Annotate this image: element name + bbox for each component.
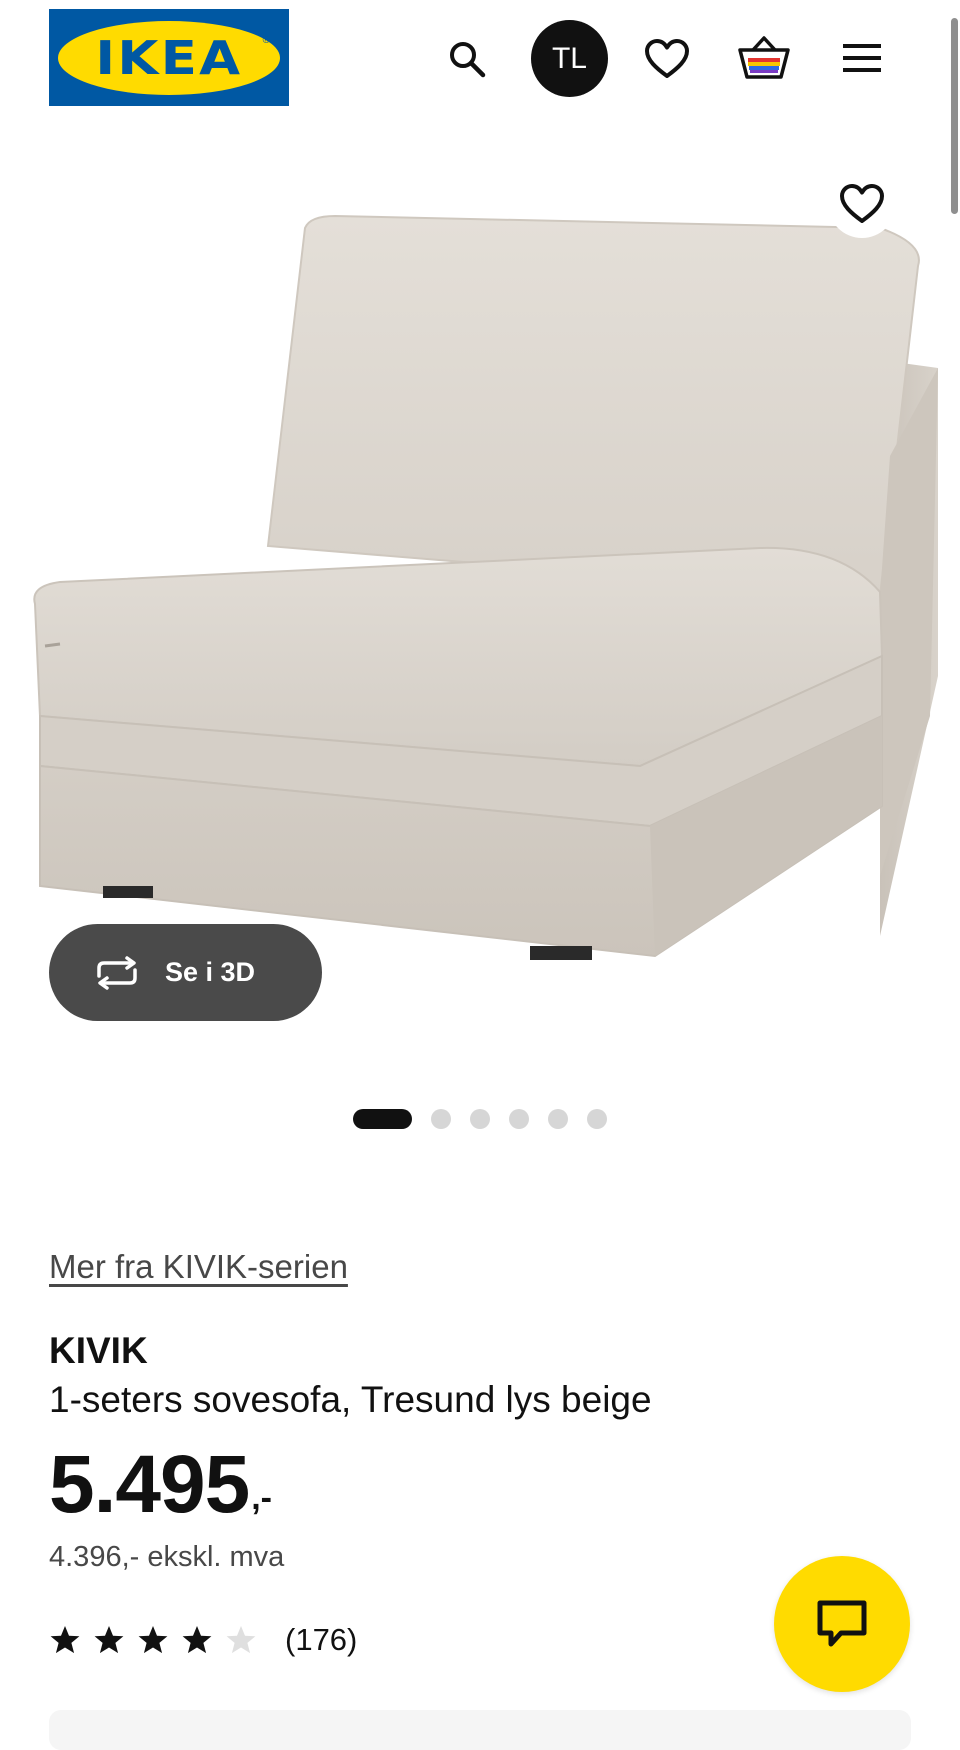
heart-icon[interactable] xyxy=(641,34,693,84)
carousel-dot[interactable] xyxy=(548,1109,568,1129)
basket-icon[interactable] xyxy=(735,32,793,84)
product-price: 5.495 ,- xyxy=(49,1440,272,1530)
star-filled-icon xyxy=(50,1626,80,1654)
carousel-dot[interactable] xyxy=(587,1109,607,1129)
carousel-dot[interactable] xyxy=(509,1109,529,1129)
review-count: (176) xyxy=(285,1622,358,1657)
chat-button[interactable] xyxy=(774,1556,910,1692)
price-suffix: ,- xyxy=(251,1479,272,1517)
bottom-panel xyxy=(49,1710,911,1750)
ikea-logo[interactable]: IKEA ® xyxy=(49,9,289,106)
product-description: 1-seters sovesofa, Tresund lys beige xyxy=(49,1379,652,1420)
star-filled-icon xyxy=(94,1626,124,1654)
carousel-dot[interactable] xyxy=(470,1109,490,1129)
add-to-favourites-button[interactable] xyxy=(828,170,896,238)
rotate-3d-icon xyxy=(97,955,137,990)
view-in-3d-button[interactable]: Se i 3D xyxy=(49,924,322,1021)
series-link[interactable]: Mer fra KIVIK-serien xyxy=(49,1248,348,1286)
heart-icon xyxy=(840,184,884,223)
carousel-dot-active[interactable] xyxy=(353,1109,412,1129)
search-icon[interactable] xyxy=(444,36,490,82)
image-carousel-indicator xyxy=(353,1109,626,1129)
logo-text: IKEA xyxy=(95,30,243,85)
price-excl-vat: 4.396,- ekskl. mva xyxy=(49,1541,285,1573)
carousel-dot[interactable] xyxy=(431,1109,451,1129)
menu-icon[interactable] xyxy=(838,38,886,78)
avatar-initials: TL xyxy=(551,41,587,75)
scrollbar[interactable] xyxy=(951,18,958,214)
top-navigation: IKEA ® TL xyxy=(0,0,960,116)
chat-icon xyxy=(817,1600,867,1647)
price-main: 5.495 xyxy=(49,1439,250,1530)
logo-oval: IKEA ® xyxy=(58,20,280,95)
star-filled-icon xyxy=(182,1626,212,1654)
rating-summary[interactable]: (176) xyxy=(49,1622,357,1658)
product-name: KIVIK xyxy=(49,1330,148,1371)
star-filled-icon xyxy=(138,1626,168,1654)
star-empty-icon xyxy=(226,1626,256,1654)
view-in-3d-label: Se i 3D xyxy=(165,957,256,987)
logo-registered-mark: ® xyxy=(262,34,270,46)
user-avatar[interactable]: TL xyxy=(531,20,608,97)
